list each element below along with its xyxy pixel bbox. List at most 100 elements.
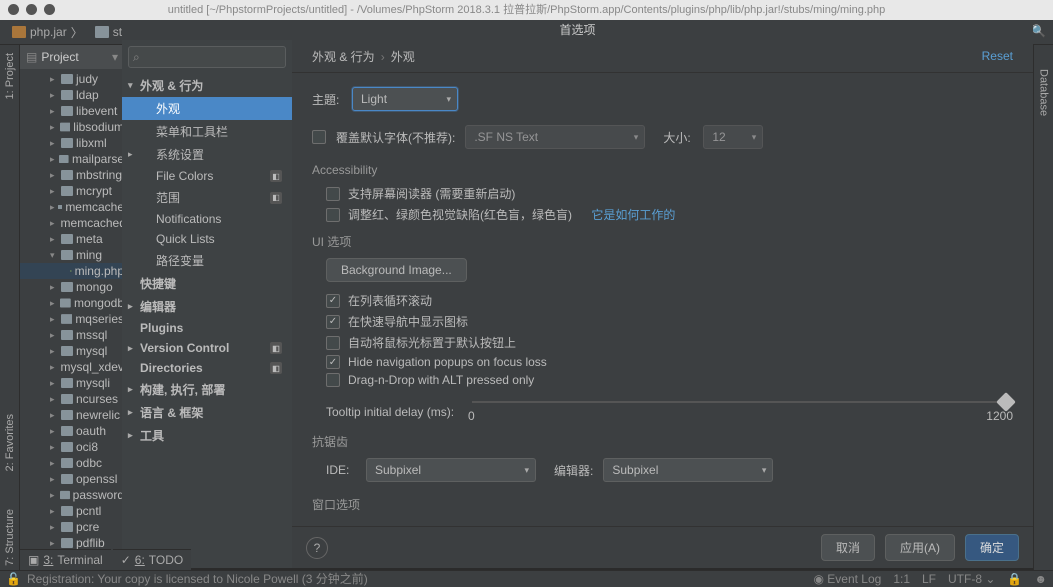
- settings-item[interactable]: ▸编辑器: [122, 295, 292, 318]
- reset-link[interactable]: Reset: [982, 49, 1013, 63]
- tree-item-ming.php[interactable]: ming.php: [20, 263, 124, 279]
- tree-item-oci8[interactable]: ▸oci8: [20, 439, 124, 455]
- tree-item-ncurses[interactable]: ▸ncurses: [20, 391, 124, 407]
- tree-item-libsodium[interactable]: ▸libsodium: [20, 119, 124, 135]
- antialias-section: 抗锯齿: [312, 433, 1013, 450]
- tree-item-mbstring[interactable]: ▸mbstring: [20, 167, 124, 183]
- theme-select[interactable]: Light▾: [352, 87, 458, 111]
- status-message: Registration: Your copy is licensed to N…: [27, 570, 368, 587]
- crumb-phpjar[interactable]: php.jar〉: [6, 22, 89, 43]
- todo-tab[interactable]: ✓6: TODO: [113, 549, 192, 570]
- tree-item-pcre[interactable]: ▸pcre: [20, 519, 124, 535]
- settings-item[interactable]: ▸Version Control◧: [122, 338, 292, 358]
- tree-item-libxml[interactable]: ▸libxml: [20, 135, 124, 151]
- tree-item-oauth[interactable]: ▸oauth: [20, 423, 124, 439]
- tree-item-mssql[interactable]: ▸mssql: [20, 327, 124, 343]
- settings-item[interactable]: ▸工具: [122, 424, 292, 447]
- readonly-lock-icon[interactable]: 🔒: [1007, 572, 1022, 586]
- window-options-section: 窗口选项: [312, 496, 1013, 513]
- settings-breadcrumb: 外观 & 行为›外观: [312, 48, 415, 65]
- how-it-works-link[interactable]: 它是如何工作的: [591, 206, 675, 223]
- settings-item[interactable]: 外观: [122, 97, 292, 120]
- font-select[interactable]: .SF NS Text▾: [465, 125, 645, 149]
- project-tree[interactable]: ▸judy▸ldap▸libevent▸libsodium▸libxml▸mai…: [20, 69, 124, 570]
- tooltip-delay-slider[interactable]: [472, 401, 1009, 403]
- event-log-link[interactable]: ◉ Event Log: [813, 572, 881, 586]
- tree-item-libevent[interactable]: ▸libevent: [20, 103, 124, 119]
- color-deficiency-label: 调整红、绿颜色视觉缺陷(红色盲，绿色盲): [348, 206, 572, 223]
- file-encoding[interactable]: UTF-8 ⌄: [948, 572, 995, 586]
- todo-icon: ✓: [121, 553, 131, 567]
- tree-item-ming[interactable]: ▾ming: [20, 247, 124, 263]
- settings-search[interactable]: ⌕: [128, 46, 286, 68]
- size-select[interactable]: 12▾: [703, 125, 763, 149]
- caret-position[interactable]: 1:1: [893, 572, 910, 586]
- tree-item-mysqli[interactable]: ▸mysqli: [20, 375, 124, 391]
- mac-close-dot[interactable]: [8, 4, 19, 15]
- tree-item-mqseries[interactable]: ▸mqseries: [20, 311, 124, 327]
- settings-item[interactable]: Plugins: [122, 318, 292, 338]
- settings-item[interactable]: 快捷键: [122, 272, 292, 295]
- settings-item[interactable]: ▸构建, 执行, 部署: [122, 378, 292, 401]
- tree-item-odbc[interactable]: ▸odbc: [20, 455, 124, 471]
- tree-item-newrelic[interactable]: ▸newrelic: [20, 407, 124, 423]
- status-lock-icon[interactable]: 🔓: [6, 572, 21, 586]
- right-tool-strip: Database: [1033, 45, 1053, 570]
- search-icon[interactable]: 🔍: [1031, 24, 1047, 40]
- settings-item[interactable]: 菜单和工具栏: [122, 120, 292, 143]
- tree-item-openssl[interactable]: ▸openssl: [20, 471, 124, 487]
- quick-nav-checkbox[interactable]: [326, 315, 340, 329]
- tree-item-memcache[interactable]: ▸memcache: [20, 199, 124, 215]
- tree-item-mysql[interactable]: ▸mysql: [20, 343, 124, 359]
- archive-icon: [12, 26, 26, 38]
- tree-item-mongodb[interactable]: ▸mongodb: [20, 295, 124, 311]
- settings-tree[interactable]: ▾外观 & 行为外观菜单和工具栏▸系统设置File Colors◧范围◧Noti…: [122, 74, 292, 447]
- mouse-default-checkbox[interactable]: [326, 336, 340, 350]
- cancel-button[interactable]: 取消: [821, 534, 875, 561]
- ok-button[interactable]: 确定: [965, 534, 1019, 561]
- theme-label: 主題:: [312, 91, 342, 108]
- tree-item-mailparse[interactable]: ▸mailparse: [20, 151, 124, 167]
- tree-item-mongo[interactable]: ▸mongo: [20, 279, 124, 295]
- override-font-checkbox[interactable]: [312, 130, 326, 144]
- tree-item-mysql_xdevapi[interactable]: ▸mysql_xdevapi: [20, 359, 124, 375]
- editor-antialias-select[interactable]: Subpixel▾: [603, 458, 773, 482]
- settings-search-input[interactable]: [140, 50, 281, 64]
- mac-max-dot[interactable]: [44, 4, 55, 15]
- settings-item[interactable]: Quick Lists: [122, 229, 292, 249]
- tree-item-password[interactable]: ▸password: [20, 487, 124, 503]
- tree-item-mcrypt[interactable]: ▸mcrypt: [20, 183, 124, 199]
- line-separator[interactable]: LF: [922, 572, 936, 586]
- tree-item-memcached[interactable]: ▸memcached: [20, 215, 124, 231]
- tree-item-meta[interactable]: ▸meta: [20, 231, 124, 247]
- ide-antialias-select[interactable]: Subpixel▾: [366, 458, 536, 482]
- mac-min-dot[interactable]: [26, 4, 37, 15]
- settings-item[interactable]: Directories◧: [122, 358, 292, 378]
- apply-button[interactable]: 应用(A): [885, 534, 955, 561]
- settings-item[interactable]: 路径变量: [122, 249, 292, 272]
- tree-item-pcntl[interactable]: ▸pcntl: [20, 503, 124, 519]
- tool-favorites[interactable]: 2: Favorites: [4, 410, 16, 475]
- project-header[interactable]: ▤Project▾: [20, 45, 124, 69]
- screen-reader-checkbox[interactable]: [326, 187, 340, 201]
- drag-alt-checkbox[interactable]: [326, 373, 340, 387]
- tool-project[interactable]: 1: Project: [4, 49, 16, 103]
- background-image-button[interactable]: Background Image...: [326, 258, 467, 282]
- hector-icon[interactable]: ☻: [1034, 572, 1047, 586]
- tool-structure[interactable]: 7: Structure: [4, 505, 16, 570]
- override-font-label: 覆盖默认字体(不推荐):: [336, 129, 455, 146]
- settings-item[interactable]: Notifications: [122, 209, 292, 229]
- settings-item[interactable]: ▸语言 & 框架: [122, 401, 292, 424]
- help-button[interactable]: ?: [306, 537, 328, 559]
- settings-item[interactable]: File Colors◧: [122, 166, 292, 186]
- tool-database[interactable]: Database: [1038, 65, 1050, 120]
- tree-item-judy[interactable]: ▸judy: [20, 71, 124, 87]
- settings-item[interactable]: ▸系统设置: [122, 143, 292, 166]
- settings-item[interactable]: ▾外观 & 行为: [122, 74, 292, 97]
- tree-item-ldap[interactable]: ▸ldap: [20, 87, 124, 103]
- settings-item[interactable]: 范围◧: [122, 186, 292, 209]
- color-deficiency-checkbox[interactable]: [326, 208, 340, 222]
- terminal-tab[interactable]: ▣3: Terminal: [20, 549, 111, 570]
- hide-nav-checkbox[interactable]: [326, 355, 340, 369]
- cyclic-scroll-checkbox[interactable]: [326, 294, 340, 308]
